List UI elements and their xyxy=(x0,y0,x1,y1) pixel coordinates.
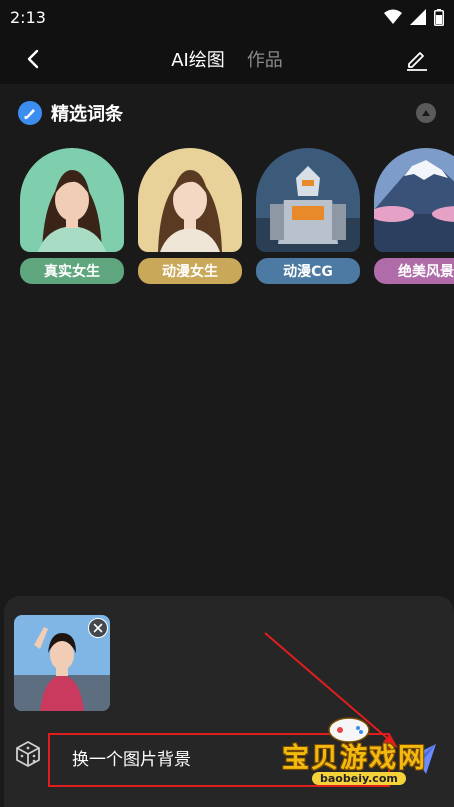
card-label: 真实女生 xyxy=(20,258,124,284)
top-bar: AI绘图 作品 xyxy=(0,34,454,84)
anime-girl-image xyxy=(138,148,242,252)
prompt-card-scenery[interactable]: 绝美风景 xyxy=(374,148,454,284)
brush-icon xyxy=(18,101,42,125)
section-header: 精选词条 xyxy=(18,98,436,128)
status-bar: 2:13 xyxy=(0,0,454,34)
wifi-icon xyxy=(384,9,402,24)
random-prompt-button[interactable] xyxy=(14,740,42,768)
prompt-card-real-girl[interactable]: 真实女生 xyxy=(20,148,124,284)
prompt-input-box xyxy=(48,733,390,787)
signal-icon xyxy=(410,9,426,25)
scenery-image xyxy=(374,148,454,252)
card-label: 动漫女生 xyxy=(138,258,242,284)
prompt-card-anime-cg[interactable]: 动漫CG xyxy=(256,148,360,284)
section-title: 精选词条 xyxy=(51,104,123,125)
battery-icon xyxy=(434,8,444,26)
tab-bar: AI绘图 作品 xyxy=(0,34,454,84)
real-girl-image xyxy=(20,148,124,252)
dice-icon xyxy=(16,741,40,767)
edit-button[interactable] xyxy=(402,44,432,74)
prompt-card-list: 真实女生 动漫女生 动漫CG 绝美风景 xyxy=(20,148,454,288)
pencil-icon xyxy=(407,52,427,71)
send-button[interactable] xyxy=(400,738,440,778)
triangle-up-icon xyxy=(422,110,430,116)
collapse-button[interactable] xyxy=(416,103,436,123)
remove-image-button[interactable] xyxy=(88,618,108,638)
prompt-input[interactable] xyxy=(72,747,372,767)
send-icon xyxy=(404,744,436,774)
card-label: 动漫CG xyxy=(256,258,360,284)
close-icon xyxy=(93,623,103,633)
status-time: 2:13 xyxy=(10,7,46,27)
tab-works[interactable]: 作品 xyxy=(247,46,283,72)
prompt-card-anime-girl[interactable]: 动漫女生 xyxy=(138,148,242,284)
tab-ai-draw[interactable]: AI绘图 xyxy=(171,46,225,72)
card-label: 绝美风景 xyxy=(374,258,454,284)
anime-cg-image xyxy=(256,148,360,252)
status-icons xyxy=(384,8,444,26)
